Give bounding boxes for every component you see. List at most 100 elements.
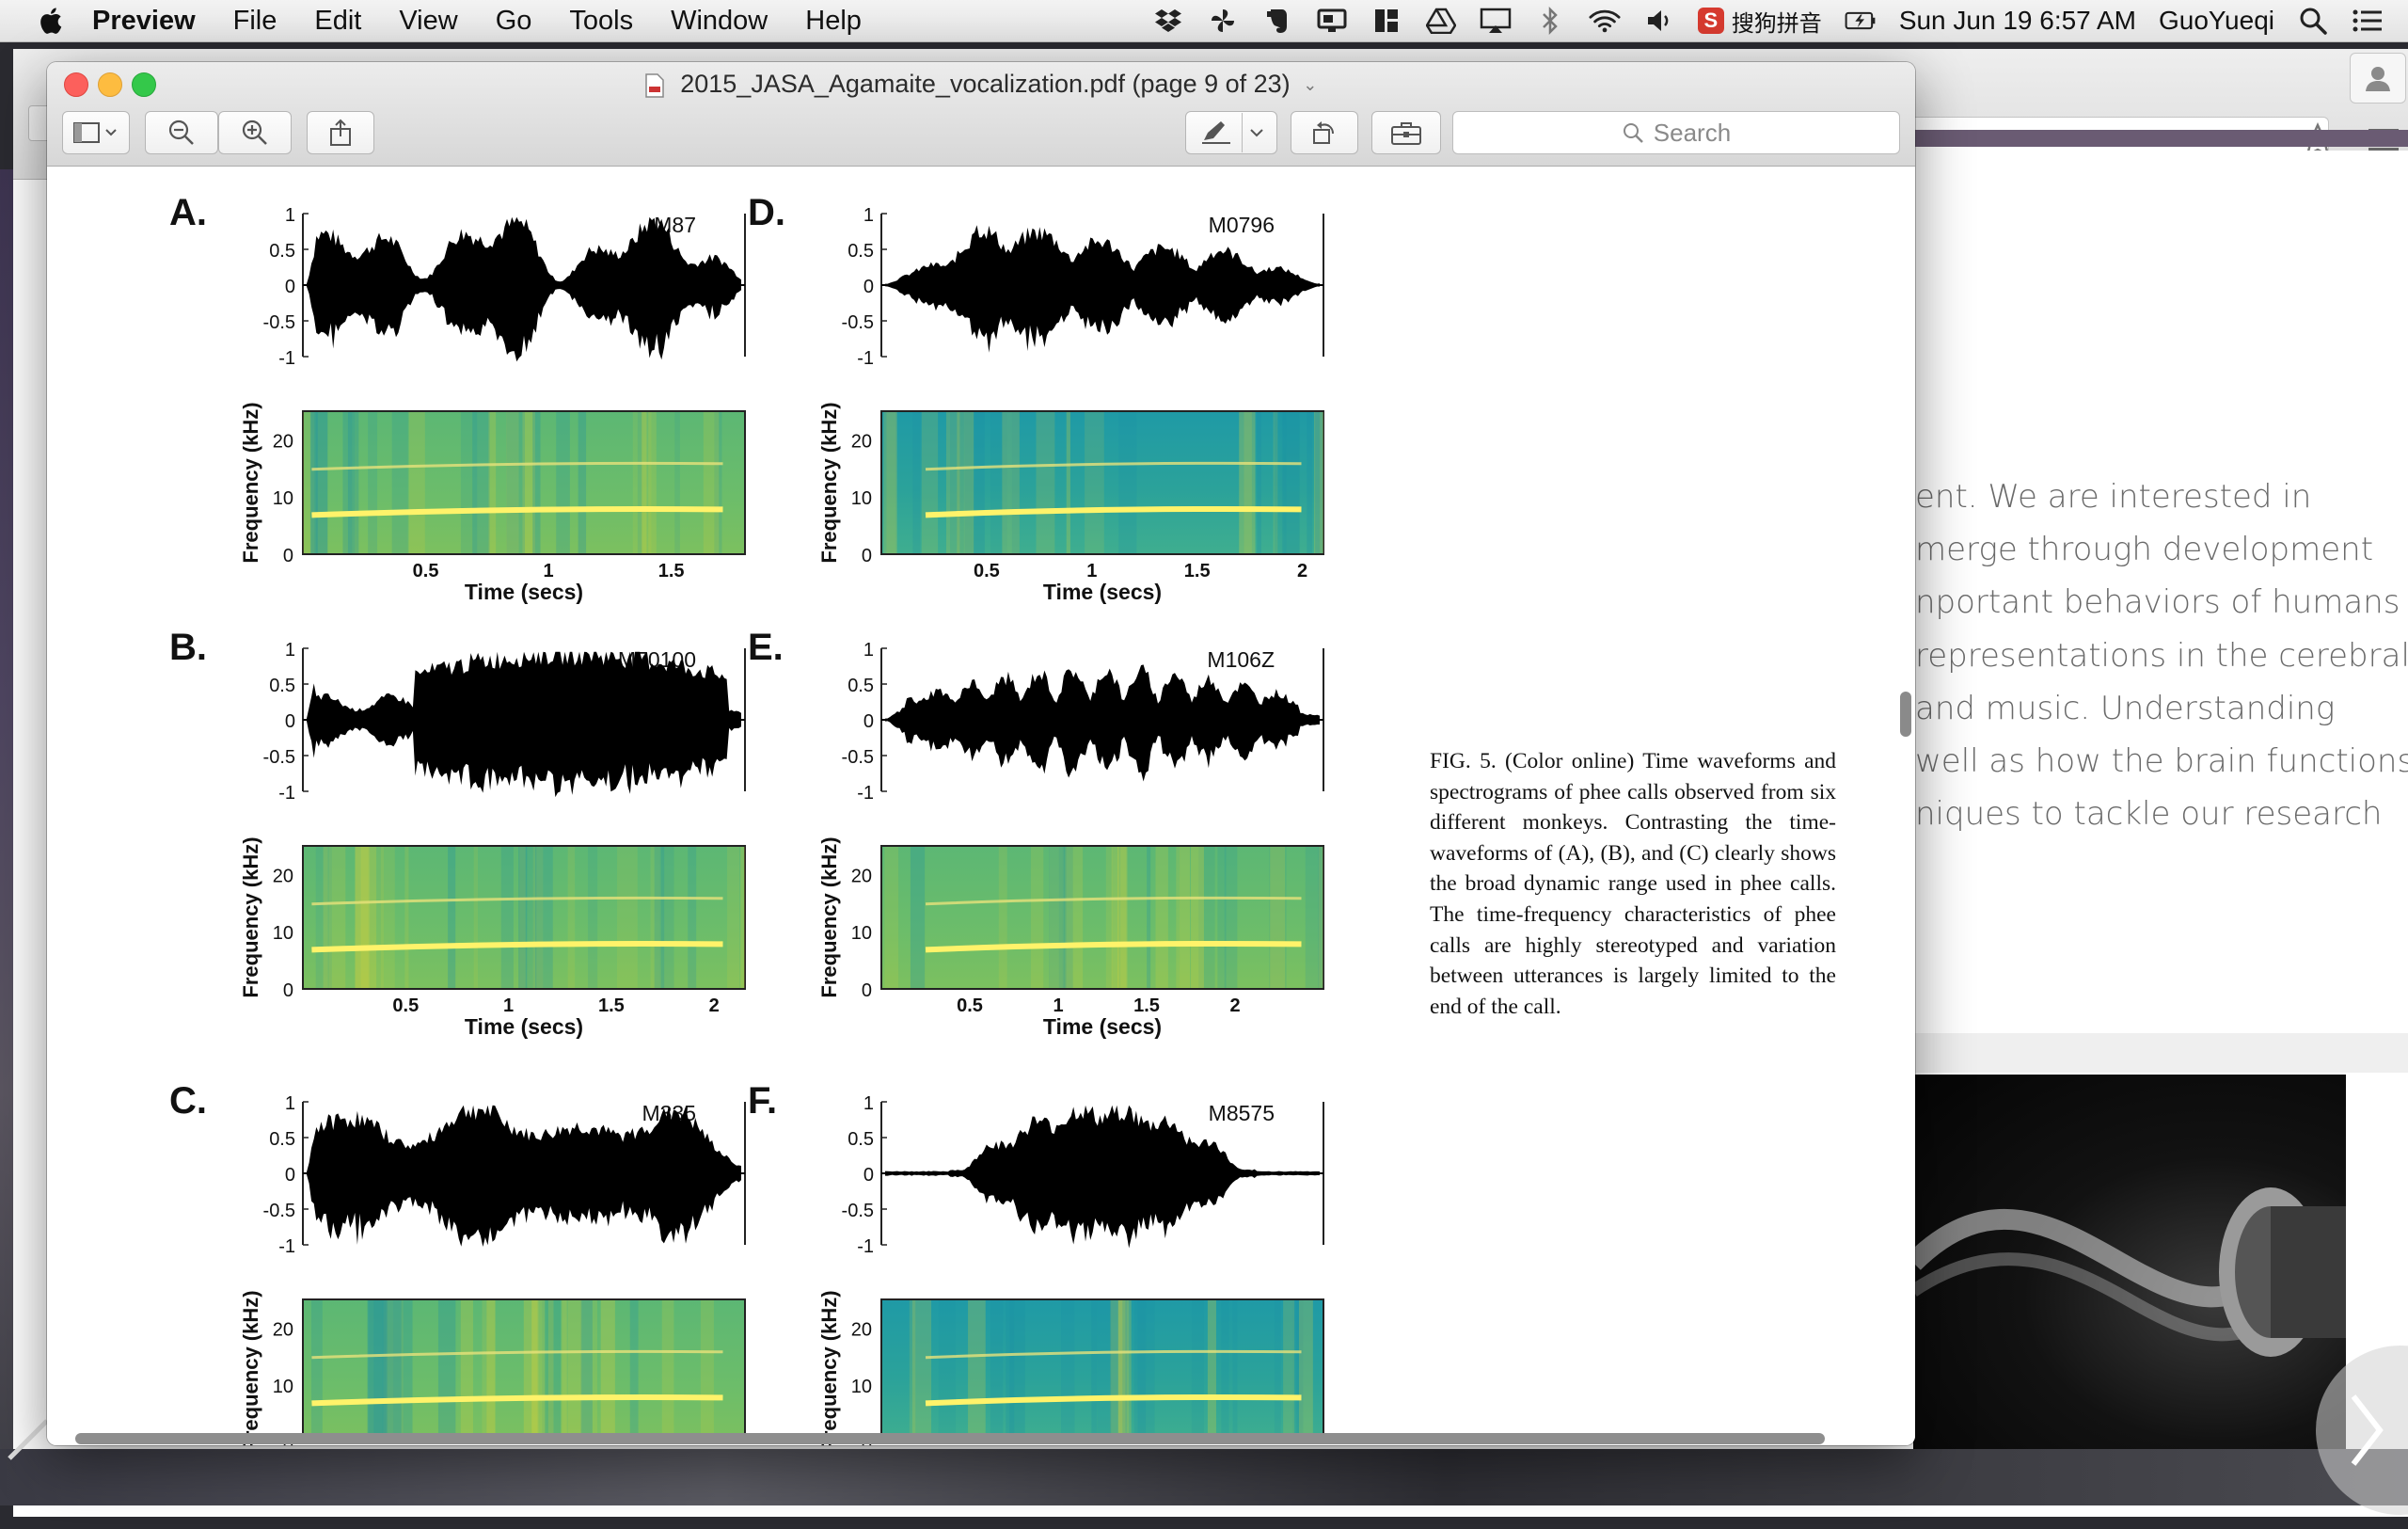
battery-icon[interactable] bbox=[1845, 7, 1877, 35]
chevron-down-icon bbox=[1249, 129, 1263, 137]
freq-tick-label: 20 bbox=[851, 1319, 872, 1340]
spectrogram-band bbox=[1221, 1300, 1229, 1441]
toolbox-button[interactable] bbox=[1371, 111, 1441, 154]
bg-text-line: well as how the brain functions bbox=[1915, 742, 2408, 781]
chevron-right-icon bbox=[2351, 1394, 2384, 1466]
waveform-tick-label: 0.5 bbox=[848, 241, 874, 262]
figure-panel: E. 1 0.5 0 -0.5 -1 M106Z 20 10 0 Frequency (kHz) 0.… bbox=[748, 627, 1324, 1039]
panel-label: D. bbox=[748, 192, 785, 233]
spotlight-icon[interactable] bbox=[2297, 7, 2329, 35]
freq-axis-label: Frequency (kHz) bbox=[817, 402, 841, 563]
spectrogram-band bbox=[532, 412, 541, 553]
notification-list-icon[interactable] bbox=[2352, 7, 2384, 35]
menu-view[interactable]: View bbox=[399, 6, 457, 37]
waveform-tick-label: -1 bbox=[278, 783, 295, 804]
clock[interactable]: Sun Jun 19 6:57 AM bbox=[1899, 6, 2136, 36]
zoom-in-button[interactable] bbox=[218, 111, 292, 154]
rotate-button[interactable] bbox=[1291, 111, 1358, 154]
waveform-tick-label: 1 bbox=[863, 1093, 874, 1114]
vertical-scrollbar-thumb[interactable] bbox=[1900, 692, 1911, 737]
panel-label: A. bbox=[169, 192, 207, 233]
menu-edit[interactable]: Edit bbox=[314, 6, 361, 37]
background-page-text: ent. We are interested in merge through … bbox=[1915, 470, 2408, 840]
menu-tools[interactable]: Tools bbox=[569, 6, 633, 37]
waveform-tick-label: 1 bbox=[285, 205, 295, 226]
dropbox-icon[interactable] bbox=[1152, 7, 1184, 35]
zoom-out-icon bbox=[168, 119, 194, 145]
spectrogram-band bbox=[535, 847, 553, 988]
freq-axis-label: Frequency (kHz) bbox=[239, 402, 262, 563]
grid-icon[interactable] bbox=[1370, 7, 1402, 35]
wifi-icon[interactable] bbox=[1589, 7, 1621, 35]
spectrogram-band bbox=[911, 1300, 932, 1441]
spectrogram-band bbox=[990, 1300, 1004, 1441]
input-method[interactable]: S 搜狗拼音 bbox=[1697, 5, 1822, 38]
display-icon[interactable] bbox=[1316, 7, 1348, 35]
carousel-next-button[interactable] bbox=[2316, 1346, 2408, 1515]
spectrogram-band bbox=[1097, 1300, 1112, 1441]
time-tick-label: 1 bbox=[1086, 561, 1097, 581]
spectrogram bbox=[880, 845, 1324, 990]
volume-icon[interactable] bbox=[1643, 7, 1675, 35]
preview-window: 2015_JASA_Agamaite_vocalization.pdf (pag… bbox=[47, 62, 1915, 1445]
waveform-tick-label: -1 bbox=[857, 783, 874, 804]
spectrogram-band bbox=[437, 1300, 456, 1441]
waveform-tick-label: -0.5 bbox=[263, 747, 295, 768]
menu-go[interactable]: Go bbox=[496, 6, 532, 37]
document-title-text: 2015_JASA_Agamaite_vocalization.pdf (pag… bbox=[680, 70, 1291, 98]
spectrogram-band bbox=[1085, 412, 1104, 553]
airplay-icon[interactable] bbox=[1480, 7, 1512, 35]
spectrogram-band bbox=[1030, 847, 1044, 988]
bg-text-line: merge through development bbox=[1915, 531, 2374, 569]
zoom-in-icon bbox=[242, 119, 267, 145]
menu-bar: Preview File Edit View Go Tools Window H… bbox=[0, 0, 2408, 42]
share-button[interactable] bbox=[307, 111, 374, 154]
spectrogram-band bbox=[1091, 1300, 1098, 1441]
evernote-icon[interactable] bbox=[1261, 7, 1293, 35]
sidebar-toggle-button[interactable] bbox=[62, 111, 130, 154]
freq-tick-label: 0 bbox=[862, 980, 872, 1001]
time-axis-label: Time (secs) bbox=[1043, 1014, 1162, 1039]
spectrogram-band bbox=[567, 847, 576, 988]
spectrogram-band bbox=[587, 847, 598, 988]
spectrogram-band bbox=[547, 1300, 554, 1441]
drive-icon[interactable] bbox=[1425, 7, 1457, 35]
spectrogram-band bbox=[912, 412, 921, 553]
document-title[interactable]: 2015_JASA_Agamaite_vocalization.pdf (pag… bbox=[47, 70, 1915, 99]
spectrogram-band bbox=[448, 847, 456, 988]
menu-help[interactable]: Help bbox=[805, 6, 862, 37]
time-axis-label: Time (secs) bbox=[1043, 580, 1162, 604]
document-page[interactable]: A. 1 0.5 0 -0.5 -1 M87 20 10 0 Frequency (kHz) 0.5 1… bbox=[47, 167, 1915, 1445]
freq-tick-label: 10 bbox=[851, 923, 872, 944]
waveform-tick-label: -1 bbox=[857, 1236, 874, 1257]
user-name[interactable]: GuoYueqi bbox=[2159, 6, 2274, 36]
spectrogram-band bbox=[473, 847, 478, 988]
spectrogram-band bbox=[1009, 1300, 1015, 1441]
bluetooth-icon[interactable] bbox=[1534, 7, 1566, 35]
freq-tick-label: 10 bbox=[273, 488, 293, 509]
spectrogram-band bbox=[408, 412, 425, 553]
horizontal-scrollbar-thumb[interactable] bbox=[75, 1433, 1825, 1444]
freq-tick-label: 10 bbox=[851, 1377, 872, 1397]
zoom-out-button[interactable] bbox=[145, 111, 218, 154]
apple-menu-icon[interactable] bbox=[36, 6, 64, 36]
waveform-tick-label: -0.5 bbox=[842, 312, 874, 333]
waveform-trace bbox=[307, 651, 741, 798]
spectrogram-band bbox=[1110, 1300, 1123, 1441]
pen-icon bbox=[1201, 121, 1230, 144]
desktop-bottom-strip bbox=[0, 1449, 2408, 1505]
waveform-tick-label: 1 bbox=[285, 640, 295, 661]
app-menu-preview[interactable]: Preview bbox=[92, 6, 196, 37]
pinwheel-icon[interactable] bbox=[1207, 7, 1239, 35]
search-icon bbox=[1623, 123, 1643, 143]
markup-button[interactable] bbox=[1185, 111, 1277, 154]
spectrogram-band bbox=[1180, 847, 1191, 988]
bg-text-line: niques to tackle our research bbox=[1915, 795, 2383, 834]
waveform-tick-label: -0.5 bbox=[263, 312, 295, 333]
menu-file[interactable]: File bbox=[233, 6, 277, 37]
search-input[interactable]: Search bbox=[1452, 111, 1900, 154]
spectrogram-band bbox=[360, 847, 377, 988]
menu-window[interactable]: Window bbox=[671, 6, 768, 37]
hero-image bbox=[1913, 1075, 2346, 1449]
profile-button[interactable] bbox=[2350, 53, 2406, 104]
